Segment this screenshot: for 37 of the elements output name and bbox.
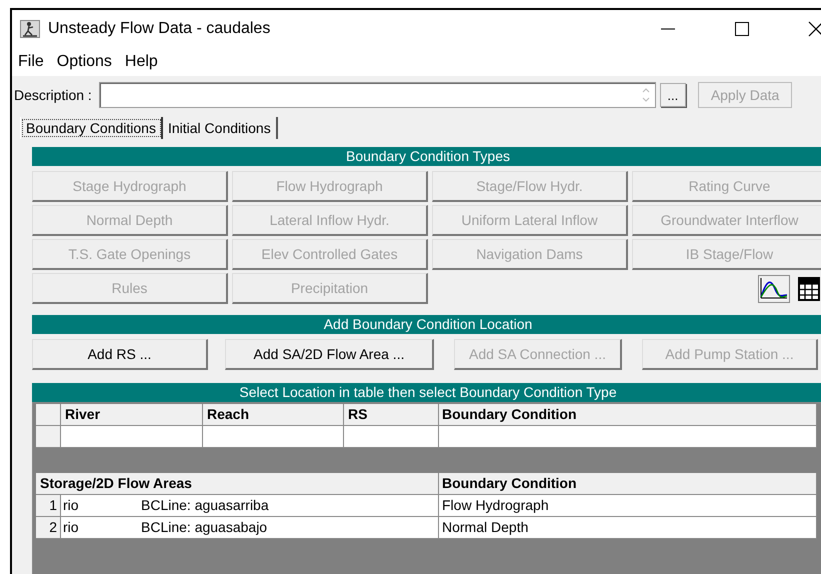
column-header: River: [61, 404, 203, 426]
row-number: 1: [36, 495, 61, 517]
column-header: RS: [344, 404, 439, 426]
hydrograph-chart-icon[interactable]: [758, 274, 790, 302]
table-icon[interactable]: [798, 276, 820, 300]
menu-item[interactable]: File: [14, 53, 53, 71]
close-icon[interactable]: [808, 21, 821, 37]
table-cell[interactable]: [439, 426, 817, 448]
description-label: Description :: [14, 87, 92, 103]
section-header: Boundary Condition Types: [32, 147, 821, 166]
table-cell[interactable]: Normal Depth: [439, 517, 817, 539]
table-cell[interactable]: rio: [61, 517, 141, 539]
column-header: Reach: [203, 404, 344, 426]
browse-button[interactable]: ...: [660, 83, 686, 107]
menu-item[interactable]: Help: [120, 53, 167, 71]
add-location-button[interactable]: Add RS ...: [32, 339, 208, 370]
window-title: Unsteady Flow Data - caudales: [48, 20, 270, 38]
table-cell[interactable]: [61, 426, 203, 448]
table-cell[interactable]: [344, 426, 439, 448]
column-header: Boundary Condition: [439, 404, 817, 426]
table-cell[interactable]: BCLine: aguasabajo: [141, 517, 439, 539]
tab[interactable]: Boundary Conditions: [20, 117, 163, 139]
section-header: Add Boundary Condition Location: [32, 315, 821, 334]
row-number: 2: [36, 517, 61, 539]
menu-item[interactable]: Options: [52, 53, 121, 71]
section-header: Select Location in table then select Boundary Condition Type: [32, 383, 821, 402]
table-cell[interactable]: [203, 426, 344, 448]
row-header-cell: [36, 426, 61, 448]
add-location-button[interactable]: Add SA/2D Flow Area ...: [225, 339, 434, 370]
column-header: Boundary Condition: [439, 473, 817, 495]
column-header: Storage/2D Flow Areas: [36, 473, 439, 495]
description-field[interactable]: [98, 82, 656, 108]
table-cell[interactable]: Flow Hydrograph: [439, 495, 817, 517]
maximize-icon[interactable]: [734, 21, 750, 37]
walking-figure-icon: [20, 20, 40, 38]
table-cell[interactable]: BCLine: aguasarriba: [141, 495, 439, 517]
table-cell[interactable]: rio: [61, 495, 141, 517]
